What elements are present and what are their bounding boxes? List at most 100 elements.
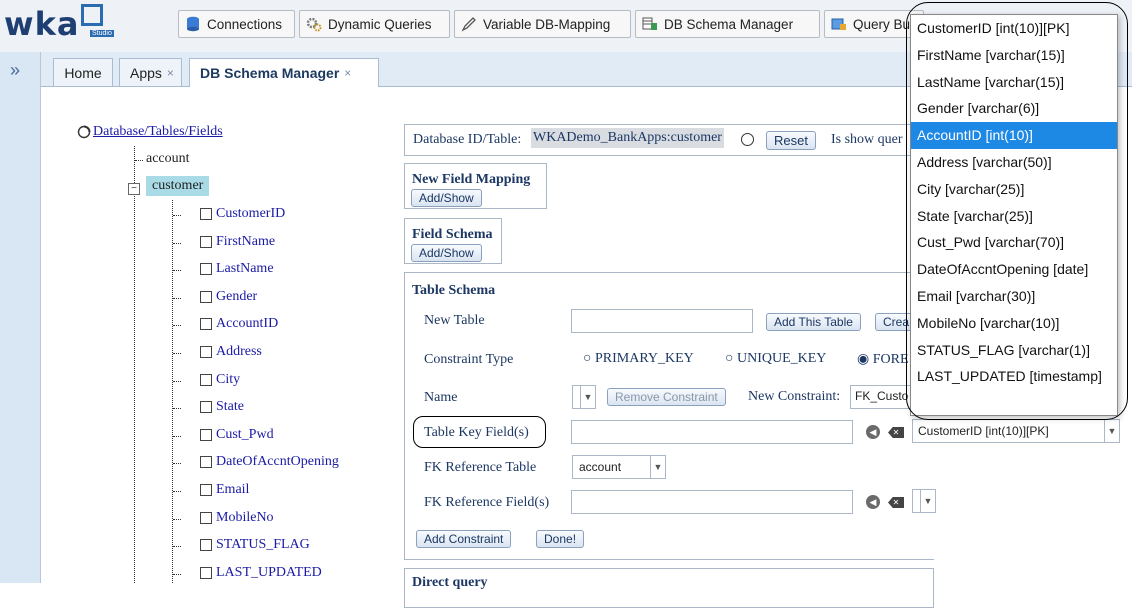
field-checkbox[interactable] [200, 374, 212, 386]
collapse-icon[interactable]: − [128, 183, 140, 195]
db-schema-manager-button[interactable]: DB Schema Manager [635, 10, 820, 38]
tree-field-item[interactable]: STATUS_FLAG [200, 537, 310, 553]
tree-field-item[interactable]: AccountID [200, 316, 278, 332]
tree-table-account[interactable]: account [146, 151, 190, 167]
move-left-icon[interactable]: ◀ [866, 425, 880, 439]
tree-field-item[interactable]: City [200, 372, 240, 388]
tree-branch [173, 463, 181, 464]
tree-field-item[interactable]: Address [200, 344, 262, 360]
tree-field-item[interactable]: DateOfAccntOpening [200, 454, 339, 470]
new-field-mapping-add-button[interactable]: Add/Show [411, 189, 482, 207]
tab-home[interactable]: Home [53, 58, 113, 86]
logo-box-icon [81, 4, 104, 26]
field-checkbox[interactable] [200, 539, 212, 551]
refresh-icon [77, 125, 91, 139]
tree-field-item[interactable]: Cust_Pwd [200, 427, 274, 443]
logo-text: wka [4, 5, 80, 43]
key-field-select[interactable]: CustomerID [int(10)][PK] ▼ [912, 419, 1120, 443]
fk-reference-fields-label: FK Reference Field(s) [424, 495, 550, 510]
field-checkbox[interactable] [200, 456, 212, 468]
table-key-fields-label: Table Key Field(s) [424, 425, 529, 440]
add-this-table-button[interactable]: Add This Table [766, 313, 861, 331]
tree-branch [173, 353, 181, 354]
connections-button[interactable]: Connections [178, 10, 295, 38]
tree-root-row[interactable]: Database/Tables/Fields [77, 124, 223, 140]
table-key-fields-input[interactable] [571, 420, 853, 444]
new-constraint-input[interactable]: FK_Custo [850, 385, 912, 409]
fk-reference-table-value: account [579, 460, 622, 474]
close-icon[interactable]: × [344, 66, 351, 80]
tree-table-customer[interactable]: customer [146, 176, 210, 196]
radio-unique-key[interactable]: ○ UNIQUE_KEY [725, 351, 826, 367]
variable-db-mapping-button[interactable]: Variable DB-Mapping [454, 10, 631, 38]
tab-apps[interactable]: Apps × [119, 58, 182, 86]
tree-field-label: AccountID [216, 316, 279, 331]
fk-reference-table-select[interactable]: account ▼ [572, 455, 666, 479]
unique-key-label: UNIQUE_KEY [736, 351, 827, 366]
fk-reference-fields-input[interactable] [571, 490, 853, 514]
tree-branch [173, 436, 181, 437]
dynamic-queries-button[interactable]: Dynamic Queries [299, 10, 450, 38]
field-schema-section: Field Schema Add/Show [404, 218, 502, 264]
tree-root-link[interactable]: Database/Tables/Fields [93, 124, 223, 140]
field-schema-add-button[interactable]: Add/Show [411, 244, 482, 262]
reset-button[interactable]: Reset [766, 131, 816, 150]
tree-field-item[interactable]: MobileNo [200, 510, 274, 526]
move-left-icon[interactable]: ◀ [866, 495, 880, 509]
radio-primary-key[interactable]: ○ PRIMARY_KEY [583, 351, 694, 367]
tree-branch [173, 325, 181, 326]
field-checkbox[interactable] [200, 236, 212, 248]
tree-field-item[interactable]: Gender [200, 289, 257, 305]
field-checkbox[interactable] [200, 567, 212, 579]
tab-db-schema-manager[interactable]: DB Schema Manager × [189, 58, 379, 87]
fk-reference-field-select[interactable]: ▼ [912, 489, 936, 513]
field-checkbox[interactable] [200, 429, 212, 441]
field-checkbox[interactable] [200, 512, 212, 524]
radio-foreign-key[interactable]: ◉ FORE [857, 351, 909, 368]
tree-field-item[interactable]: LastName [200, 261, 274, 277]
fk-reference-table-label: FK Reference Table [424, 460, 537, 475]
tree-branch [173, 270, 181, 271]
new-field-mapping-section: New Field Mapping Add/Show [404, 163, 547, 209]
highlight-circle [906, 2, 1128, 420]
tree-branch [173, 408, 181, 409]
chevron-down-icon: ▼ [580, 386, 595, 408]
db-table-label: Database ID/Table: [413, 132, 522, 147]
name-select[interactable]: ▼ [572, 385, 596, 409]
tree-branch [173, 519, 181, 520]
db-schema-manager-label: DB Schema Manager [664, 16, 794, 32]
table-schema-title: Table Schema [412, 283, 496, 298]
field-checkbox[interactable] [200, 318, 212, 330]
field-checkbox[interactable] [200, 208, 212, 220]
refresh-icon[interactable] [741, 133, 754, 146]
chevron-down-icon: ▼ [650, 456, 665, 478]
direct-query-title: Direct query [412, 575, 488, 590]
new-constraint-label: New Constraint: [748, 389, 841, 404]
field-checkbox[interactable] [200, 263, 212, 275]
left-rail: » [0, 52, 41, 583]
new-table-input[interactable] [571, 309, 753, 333]
database-table-bar: Database ID/Table: WKADemo_BankApps:cust… [404, 124, 914, 156]
tree-field-item[interactable]: State [200, 399, 244, 415]
field-checkbox[interactable] [200, 484, 212, 496]
done-button[interactable]: Done! [536, 530, 585, 548]
tree-field-item[interactable]: CustomerID [200, 206, 285, 222]
tree-field-item[interactable]: LAST_UPDATED [200, 565, 322, 581]
dynamic-queries-label: Dynamic Queries [328, 16, 432, 32]
add-constraint-button[interactable]: Add Constraint [416, 530, 512, 548]
tree-field-label: City [216, 372, 241, 387]
field-checkbox[interactable] [200, 346, 212, 358]
variable-db-mapping-label: Variable DB-Mapping [483, 16, 611, 32]
field-checkbox[interactable] [200, 291, 212, 303]
field-checkbox[interactable] [200, 401, 212, 413]
tree-branch [173, 243, 181, 244]
new-field-mapping-title: New Field Mapping [412, 172, 531, 187]
tree-branch [173, 491, 181, 492]
expand-rail-icon[interactable]: » [10, 60, 20, 81]
tree-field-item[interactable]: FirstName [200, 234, 275, 250]
remove-constraint-button[interactable]: Remove Constraint [607, 388, 726, 406]
close-icon[interactable]: × [167, 66, 174, 80]
pencil-icon [461, 17, 476, 32]
logo-subtitle: Studio [90, 30, 114, 37]
tree-field-item[interactable]: Email [200, 482, 249, 498]
